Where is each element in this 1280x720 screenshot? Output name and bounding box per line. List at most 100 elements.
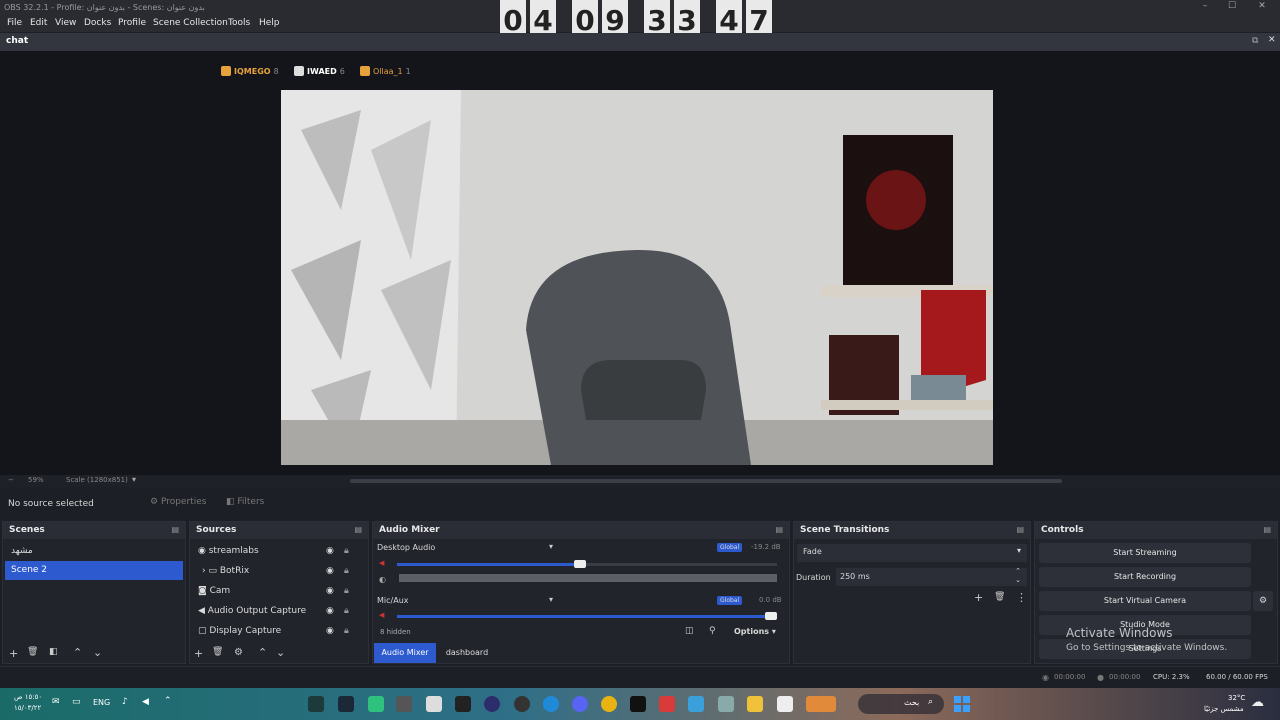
- speaker-icon[interactable]: ◀: [142, 697, 149, 707]
- mute-icon[interactable]: ◀: [379, 611, 384, 619]
- maximize-button[interactable]: ☐: [1222, 1, 1242, 14]
- more-options-icon[interactable]: ⋮: [1016, 591, 1027, 604]
- scale-mode[interactable]: Scale (1280x851): [66, 476, 128, 484]
- preview-canvas[interactable]: [281, 90, 993, 465]
- settings-app-icon[interactable]: [396, 696, 412, 712]
- notification-icon[interactable]: ✉: [52, 697, 60, 707]
- app-icon[interactable]: [659, 696, 675, 712]
- dock-menu-icon[interactable]: ▤: [354, 525, 362, 534]
- weather-temp[interactable]: 32°C: [1228, 694, 1245, 702]
- dock-menu-icon[interactable]: ▤: [1263, 525, 1271, 534]
- scene-item[interactable]: Scene 2: [5, 561, 183, 580]
- layout-icon[interactable]: ◫: [685, 626, 694, 636]
- spin-icon[interactable]: ⌃ ⌄: [1015, 567, 1021, 585]
- tab-dashboard[interactable]: dashboard: [439, 643, 495, 663]
- eye-icon[interactable]: ◉: [326, 566, 334, 576]
- volume-slider-handle[interactable]: [765, 612, 777, 620]
- dock-menu-icon[interactable]: ▤: [775, 525, 783, 534]
- chrome-icon[interactable]: [601, 696, 617, 712]
- app-icon[interactable]: [514, 696, 530, 712]
- dock-menu-icon[interactable]: ▤: [171, 525, 179, 534]
- close-button[interactable]: ✕: [1252, 1, 1272, 14]
- source-item[interactable]: ◉ streamlabs: [192, 542, 366, 561]
- chevron-down-icon[interactable]: ▾: [549, 595, 553, 604]
- add-scene-icon[interactable]: +: [9, 647, 18, 660]
- app-icon[interactable]: [806, 696, 836, 712]
- transition-select[interactable]: Fade ▾: [797, 544, 1027, 562]
- filters-button[interactable]: ◧ Filters: [226, 497, 264, 507]
- menu-tools[interactable]: Tools: [228, 18, 250, 28]
- weather-cloud-icon[interactable]: ☁: [1251, 695, 1264, 710]
- dock-menu-icon[interactable]: ▤: [1016, 525, 1024, 534]
- app-icon[interactable]: [484, 696, 500, 712]
- zoom-out-icon[interactable]: −: [8, 476, 14, 484]
- weather-desc[interactable]: مشمس جزئيًا: [1204, 705, 1244, 713]
- lock-icon[interactable]: 🔒︎: [344, 566, 349, 576]
- display-icon[interactable]: ▭: [72, 697, 81, 707]
- source-item[interactable]: ▢ Display Capture: [192, 622, 366, 641]
- undock-icon[interactable]: ⧉: [1252, 36, 1258, 46]
- windows-start-icon[interactable]: [954, 696, 970, 712]
- monitor-icon[interactable]: ◐: [379, 575, 386, 584]
- eye-icon[interactable]: ◉: [326, 626, 334, 636]
- app-icon[interactable]: [630, 696, 646, 712]
- app-icon[interactable]: [368, 696, 384, 712]
- remove-scene-icon[interactable]: 🗑: [27, 647, 38, 657]
- tab-audio-mixer[interactable]: Audio Mixer: [374, 643, 436, 663]
- menu-docks[interactable]: Docks: [84, 18, 111, 28]
- source-item[interactable]: ◀ Audio Output Capture: [192, 602, 366, 621]
- app-icon[interactable]: [688, 696, 704, 712]
- start-virtual-camera-button[interactable]: Start Virtual Camera: [1039, 591, 1251, 611]
- steam-icon[interactable]: [338, 696, 354, 712]
- source-item[interactable]: › ▭ BotRix: [192, 562, 366, 581]
- minimize-button[interactable]: –: [1195, 1, 1215, 14]
- store-icon[interactable]: [426, 696, 442, 712]
- chevron-down-icon[interactable]: ▾: [549, 542, 553, 551]
- gear-icon[interactable]: ⚙: [234, 647, 243, 658]
- eye-icon[interactable]: ◉: [326, 546, 334, 556]
- lock-icon[interactable]: 🔒︎: [344, 626, 349, 636]
- eye-icon[interactable]: ◉: [326, 586, 334, 596]
- menu-profile[interactable]: Profile: [118, 18, 146, 28]
- properties-button[interactable]: ⚙ Properties: [150, 497, 206, 507]
- move-down-icon[interactable]: ⌄: [93, 646, 102, 659]
- lock-icon[interactable]: 🔒︎: [344, 546, 349, 556]
- remove-source-icon[interactable]: 🗑: [212, 647, 223, 657]
- gear-icon[interactable]: ⚙: [1253, 591, 1273, 611]
- lock-icon[interactable]: 🔒︎: [344, 586, 349, 596]
- volume-track[interactable]: [397, 615, 777, 618]
- file-explorer-icon[interactable]: [747, 696, 763, 712]
- menu-scene-collection[interactable]: Scene Collection: [153, 18, 228, 28]
- close-icon[interactable]: ✕: [1268, 35, 1276, 45]
- menu-edit[interactable]: Edit: [30, 18, 47, 28]
- scene-filters-icon[interactable]: ◧: [49, 647, 58, 657]
- volume-slider-handle[interactable]: [573, 560, 586, 568]
- menu-view[interactable]: View: [55, 18, 76, 28]
- chevron-down-icon[interactable]: ▾: [132, 475, 136, 484]
- taskbar-clock-time[interactable]: ١٥:٥٠ ص: [14, 693, 42, 701]
- microphone-icon[interactable]: ♪: [122, 697, 128, 707]
- expand-icon[interactable]: ›: [202, 566, 206, 576]
- move-up-icon[interactable]: ⌃: [258, 646, 267, 659]
- menu-help[interactable]: Help: [259, 18, 280, 28]
- menu-file[interactable]: File: [7, 18, 22, 28]
- remove-transition-icon[interactable]: 🗑: [994, 592, 1005, 602]
- taskbar-clock-date[interactable]: ١٥/٠٣/٢٢: [14, 704, 41, 712]
- chevron-up-icon[interactable]: ⌃: [164, 696, 172, 706]
- source-item[interactable]: ◙ Cam: [192, 582, 366, 601]
- app-icon[interactable]: [718, 696, 734, 712]
- move-up-icon[interactable]: ⌃: [73, 646, 82, 659]
- eye-icon[interactable]: ◉: [326, 606, 334, 616]
- scene-item[interactable]: مشهد: [5, 542, 183, 561]
- advanced-audio-icon[interactable]: ⚲: [709, 626, 716, 636]
- language-indicator[interactable]: ENG: [93, 698, 110, 707]
- options-button[interactable]: Options ▾: [734, 627, 776, 636]
- volume-track[interactable]: [397, 563, 777, 566]
- edge-icon[interactable]: [543, 696, 559, 712]
- duration-input[interactable]: 250 ms ⌃ ⌄: [836, 567, 1027, 586]
- discord-icon[interactable]: [572, 696, 588, 712]
- app-icon[interactable]: [777, 696, 793, 712]
- start-recording-button[interactable]: Start Recording: [1039, 567, 1251, 587]
- mute-icon[interactable]: ◀: [379, 559, 384, 567]
- add-source-icon[interactable]: +: [194, 647, 203, 660]
